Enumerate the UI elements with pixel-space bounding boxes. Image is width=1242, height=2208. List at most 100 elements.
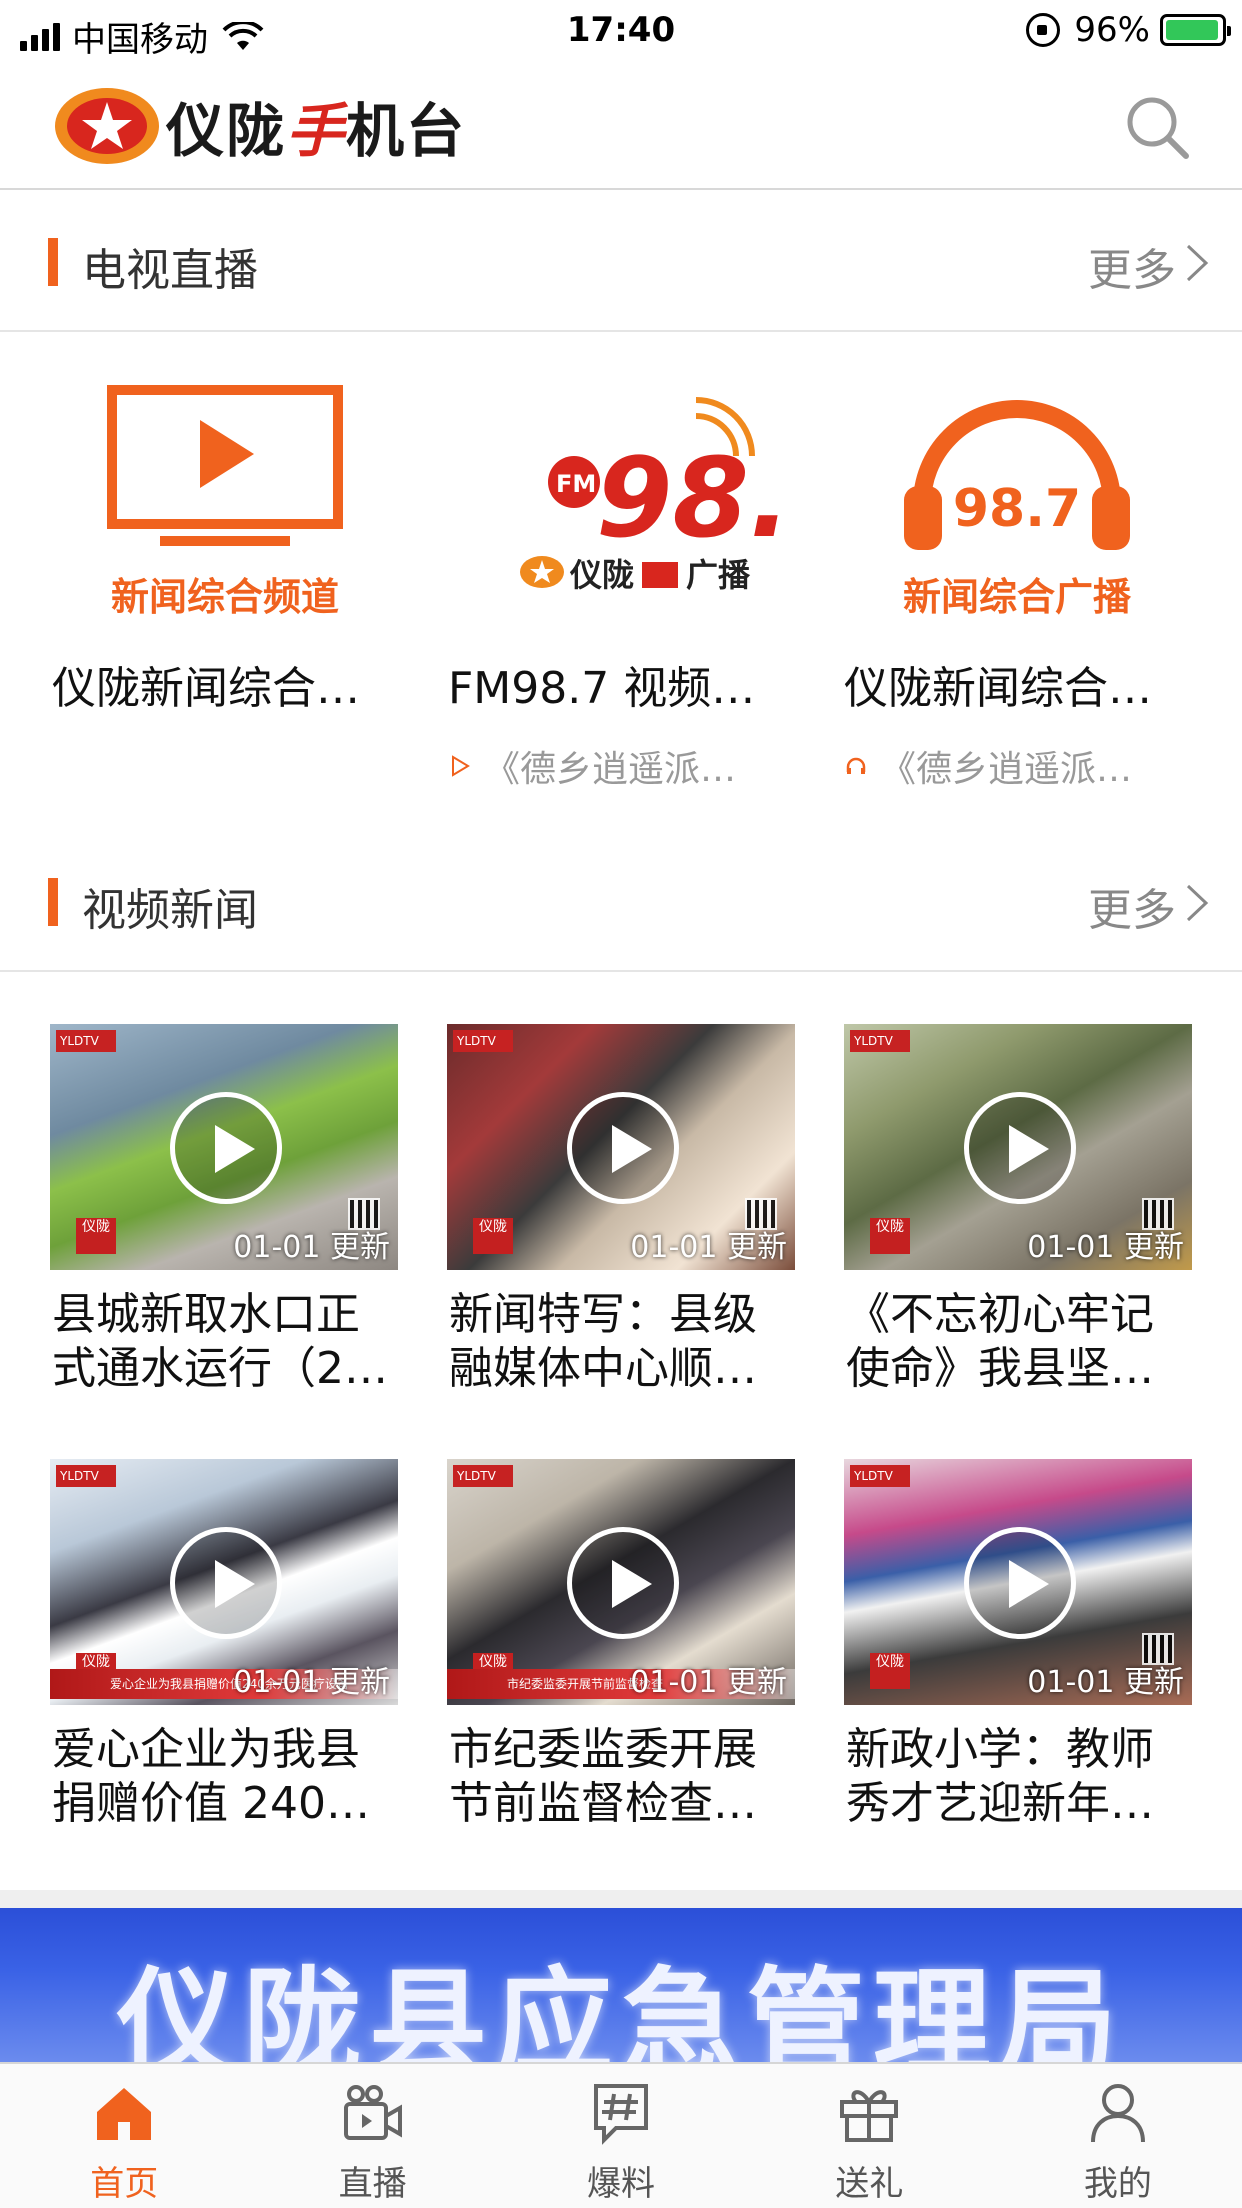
video-section-title: 视频新闻 [82, 885, 258, 936]
ad-banner[interactable]: 仪陇县应急管理局 [0, 1908, 1242, 2064]
play-icon[interactable] [567, 1092, 679, 1204]
video-title: 县城新取水口正 式通水运行（2… [52, 1288, 400, 1396]
tv-channel-logo: 新闻综合频道 [107, 385, 343, 619]
banner-text: 仪陇县应急管理局 [116, 1955, 1125, 2064]
channel-card-radio[interactable]: 98.7 新闻综合广播 仪陇新闻综合… 《德乡逍遥派… [842, 332, 1192, 812]
video-title-line: 新政小学：教师 [846, 1724, 1154, 1775]
channel-watermark: YLDTV [453, 1030, 513, 1052]
video-title: 新政小学：教师 秀才艺迎新年… [846, 1723, 1194, 1831]
gift-icon [840, 2090, 899, 2142]
video-title-line: 秀才艺迎新年… [846, 1778, 1154, 1829]
fm-logo-brand2: 广播 [686, 556, 751, 594]
channel-title: FM98.7 视频… [448, 663, 756, 714]
channel-subtitle-text: 《德乡逍遥派… [484, 749, 737, 790]
video-card[interactable]: YLDTV 仪陇 01-01 更新 《不忘初心牢记 使命》我县坚… [844, 1024, 1192, 1444]
video-title: 市纪委监委开展 节前监督检查… [449, 1723, 797, 1831]
video-card[interactable]: YLDTV 仪陇 爱心企业为我县捐赠价值240余万元医疗设备 01-01 更新 … [50, 1459, 398, 1879]
tab-gift[interactable]: 送礼 [745, 2064, 993, 2208]
bottom-tab-bar: 首页 直播 爆料 送礼 我的 [0, 2062, 1242, 2208]
station-badge: 仪陇 [473, 1218, 513, 1254]
logo-text-hand: 手 [286, 97, 347, 165]
channel-watermark: YLDTV [56, 1465, 116, 1487]
channel-subtitle: 《德乡逍遥派… [844, 740, 1192, 792]
channel-card-fm[interactable]: FM 98.7 仪陇 广播 FM98.7 视频… 《德乡逍遥派… [446, 332, 796, 812]
channel-watermark: YLDTV [453, 1465, 513, 1487]
headphones-icon [846, 757, 866, 774]
video-camera-icon [343, 2085, 402, 2140]
live-section-header: 电视直播 更多 [0, 192, 1242, 332]
live-more-link[interactable]: 更多 [1088, 234, 1176, 298]
video-card[interactable]: YLDTV 仪陇 市纪委监委开展节前监督检查 01-01 更新 市纪委监委开展 … [447, 1459, 795, 1879]
status-bar: 中国移动 17:40 96% [0, 0, 1242, 64]
search-icon[interactable] [1124, 94, 1192, 162]
user-icon [1090, 2084, 1145, 2143]
video-title-line: 式通水运行（2… [52, 1343, 388, 1394]
play-icon[interactable] [964, 1527, 1076, 1639]
video-title-line: 融媒体中心顺… [449, 1343, 757, 1394]
logo-text-b: 机台 [346, 97, 467, 165]
video-section-header: 视频新闻 更多 [0, 832, 1242, 972]
video-thumbnail[interactable]: YLDTV 仪陇 01-01 更新 [447, 1024, 795, 1270]
video-card[interactable]: YLDTV 仪陇 01-01 更新 新闻特写：县级 融媒体中心顺… [447, 1024, 795, 1444]
play-icon[interactable] [170, 1527, 282, 1639]
tab-report[interactable]: 爆料 [497, 2064, 745, 2208]
update-time: 01-01 更新 [1027, 1665, 1184, 1700]
app-header: 仪陇手机台 [0, 64, 1242, 190]
section-accent-bar [48, 238, 58, 286]
home-icon [97, 2088, 152, 2140]
play-icon[interactable] [567, 1527, 679, 1639]
radio-logo-caption: 新闻综合广播 [903, 575, 1132, 619]
update-time: 01-01 更新 [233, 1230, 390, 1265]
app-logo[interactable]: 仪陇手机台 [52, 82, 466, 170]
video-title-line: 节前监督检查… [449, 1778, 757, 1829]
tab-label: 送礼 [835, 2164, 904, 2204]
tab-me[interactable]: 我的 [994, 2064, 1242, 2208]
tab-label: 直播 [338, 2164, 407, 2204]
chevron-right-icon[interactable] [1182, 882, 1212, 924]
channel-subtitle-text: 《德乡逍遥派… [880, 749, 1133, 790]
update-time: 01-01 更新 [630, 1665, 787, 1700]
channel-title: 仪陇新闻综合… [844, 663, 1152, 714]
update-time: 01-01 更新 [233, 1665, 390, 1700]
play-icon[interactable] [964, 1092, 1076, 1204]
play-outline-icon [452, 755, 470, 777]
battery-fill [1166, 20, 1218, 40]
video-thumbnail[interactable]: YLDTV 仪陇 01-01 更新 [844, 1459, 1192, 1705]
video-title-line: 新闻特写：县级 [449, 1289, 757, 1340]
station-badge: 仪陇 [870, 1653, 910, 1689]
video-title-line: 捐赠价值 240… [52, 1778, 370, 1829]
video-card[interactable]: YLDTV 仪陇 01-01 更新 县城新取水口正 式通水运行（2… [50, 1024, 398, 1444]
video-thumbnail[interactable]: YLDTV 仪陇 01-01 更新 [844, 1024, 1192, 1270]
tab-label: 我的 [1083, 2164, 1152, 2204]
fm-logo-brand: 仪陇 [569, 556, 634, 594]
orientation-lock-icon [1026, 13, 1061, 47]
video-title: 新闻特写：县级 融媒体中心顺… [449, 1288, 797, 1396]
tab-home[interactable]: 首页 [0, 2064, 248, 2208]
play-icon[interactable] [170, 1092, 282, 1204]
video-thumbnail[interactable]: YLDTV 仪陇 爱心企业为我县捐赠价值240余万元医疗设备 01-01 更新 [50, 1459, 398, 1705]
channel-watermark: YLDTV [56, 1030, 116, 1052]
tab-label: 爆料 [587, 2164, 656, 2204]
tab-live[interactable]: 直播 [248, 2064, 496, 2208]
video-title-line: 市纪委监委开展 [449, 1724, 757, 1775]
video-title: 爱心企业为我县 捐赠价值 240… [52, 1723, 400, 1831]
channel-watermark: YLDTV [850, 1030, 910, 1052]
channel-subtitle: 《德乡逍遥派… [448, 740, 796, 792]
video-title-line: 使命》我县坚… [846, 1343, 1154, 1394]
video-thumbnail[interactable]: YLDTV 仪陇 01-01 更新 [50, 1024, 398, 1270]
channel-watermark: YLDTV [850, 1465, 910, 1487]
fm-logo-freq: 98.7 [596, 434, 796, 562]
update-time: 01-01 更新 [630, 1230, 787, 1265]
video-thumbnail[interactable]: YLDTV 仪陇 市纪委监委开展节前监督检查 01-01 更新 [447, 1459, 795, 1705]
video-title-line: 县城新取水口正 [52, 1289, 360, 1340]
logo-text: 仪陇手机台 [166, 84, 466, 168]
radio-channel-logo: 98.7 新闻综合广播 [903, 400, 1132, 619]
logo-text-a: 仪陇 [166, 97, 287, 165]
video-card[interactable]: YLDTV 仪陇 01-01 更新 新政小学：教师 秀才艺迎新年… [844, 1459, 1192, 1879]
video-more-link[interactable]: 更多 [1088, 874, 1176, 938]
chevron-right-icon[interactable] [1182, 242, 1212, 284]
section-accent-bar [48, 878, 58, 926]
channel-card-tv[interactable]: 新闻综合频道 仪陇新闻综合… [50, 332, 400, 812]
hashtag-chat-icon [594, 2084, 649, 2145]
fm-channel-logo: FM 98.7 仪陇 广播 [520, 397, 796, 594]
